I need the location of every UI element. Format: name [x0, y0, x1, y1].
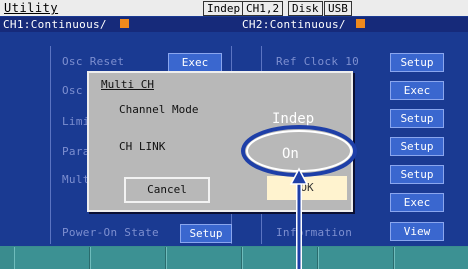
softkey-2[interactable] [90, 247, 166, 269]
ch1-status: CH1:Continuous/ [3, 18, 107, 31]
right-setup-button-2[interactable]: Setup [390, 109, 444, 128]
information-view-button[interactable]: View [390, 222, 444, 241]
power-on-setup-button[interactable]: Setup [180, 224, 232, 243]
ch-link-value[interactable]: On [282, 146, 299, 162]
mode-badge: Indep [203, 1, 245, 16]
right-exec-button-5[interactable]: Exec [390, 193, 444, 212]
softkey-3[interactable] [166, 247, 242, 269]
ch-link-label: CH LINK [119, 140, 166, 153]
softkey-4[interactable] [242, 247, 318, 269]
channel-mode-label: Channel Mode [119, 103, 199, 116]
ch2-indicator-icon [356, 19, 365, 28]
softkey-1[interactable] [14, 247, 90, 269]
osc-reset-label: Osc Reset [62, 55, 125, 68]
channel-badge: CH1,2 [242, 1, 284, 16]
instrument-screen: Utility Indep CH1,2 Disk USB CH1:Continu… [0, 0, 468, 269]
softkey-6[interactable] [394, 247, 468, 269]
disk-badge: Disk [288, 1, 323, 16]
parameter-row-label: Para [62, 145, 90, 158]
information-label: Information [276, 226, 353, 239]
channel-mode-value[interactable]: Indep [272, 111, 314, 127]
osc-reset-exec-button[interactable]: Exec [168, 53, 222, 72]
ch2-status: CH2:Continuous/ [242, 18, 346, 31]
multi-ch-row-label: Mult [62, 173, 90, 186]
cancel-button[interactable]: Cancel [124, 177, 210, 203]
menu-title: Utility [4, 1, 59, 15]
power-on-state-label: Power-On State [62, 226, 159, 239]
channel-status-bar: CH1:Continuous/ CH2:Continuous/ [0, 17, 468, 32]
osc-row-label: Osc [62, 84, 83, 97]
multi-ch-dialog: Multi CH Channel Mode Indep CH LINK On C… [87, 71, 353, 212]
right-exec-button-1[interactable]: Exec [390, 81, 444, 100]
usb-badge: USB [324, 1, 352, 16]
ch1-indicator-icon [120, 19, 129, 28]
ok-button[interactable]: OK [267, 176, 347, 200]
ref-clock-label: Ref Clock 10 [276, 55, 360, 68]
ref-clock-setup-button[interactable]: Setup [390, 53, 444, 72]
right-setup-button-3[interactable]: Setup [390, 137, 444, 156]
header-bar: Utility Indep CH1,2 Disk USB [0, 0, 468, 16]
right-setup-button-4[interactable]: Setup [390, 165, 444, 184]
limit-row-label: Limi [62, 115, 90, 128]
dialog-title: Multi CH [101, 78, 154, 91]
softkey-5[interactable] [318, 247, 394, 269]
